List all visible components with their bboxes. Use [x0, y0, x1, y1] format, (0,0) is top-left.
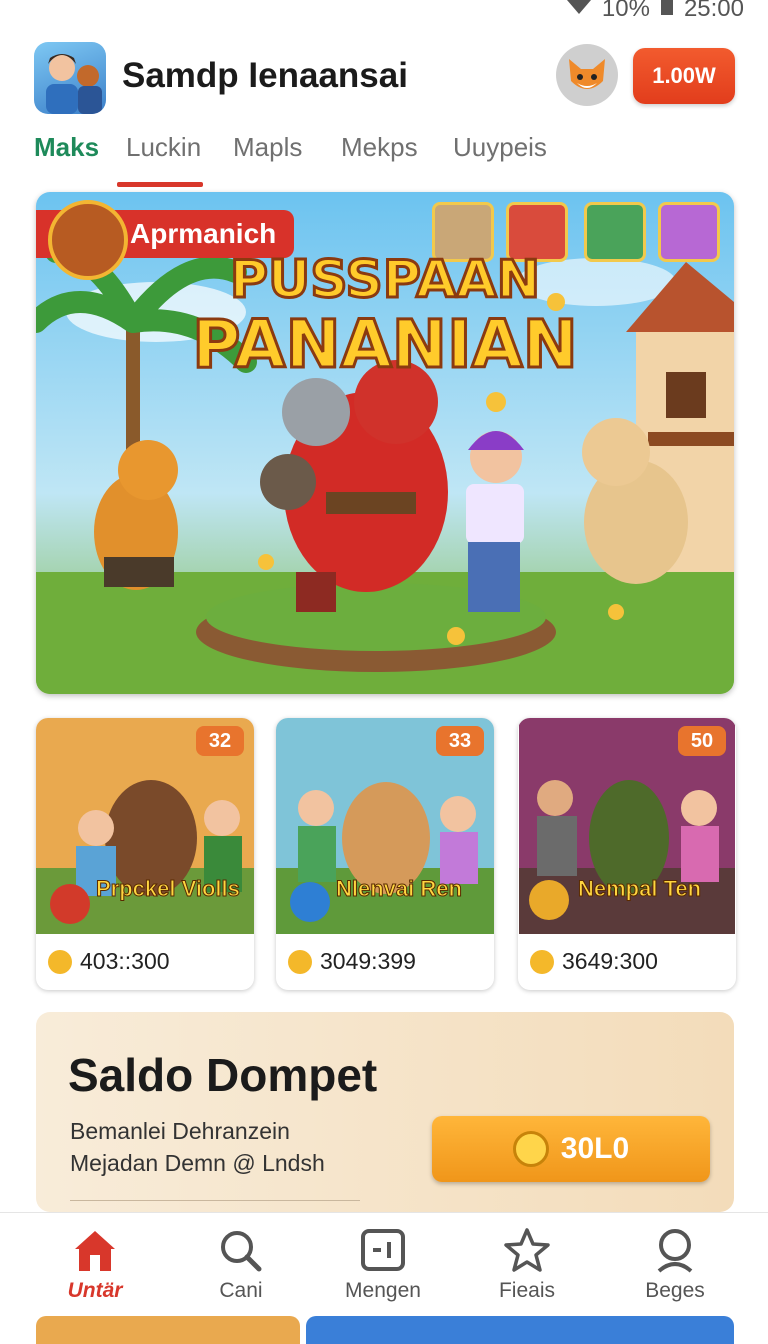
- app-title: Samdp Ienaansai: [122, 56, 408, 95]
- home-icon: [75, 1231, 115, 1271]
- trophy-icon: [48, 949, 72, 974]
- clock-text: 25:00: [683, 0, 744, 22]
- nav-item-profile[interactable]: Beges: [620, 1227, 730, 1303]
- fox-icon: [569, 59, 605, 89]
- nav-label: Fieais: [498, 1279, 556, 1302]
- card-title: Nlenvai Ren: [336, 876, 463, 902]
- battery-text: 10%: [601, 0, 650, 22]
- nav-label: Untär: [67, 1279, 123, 1302]
- bottom-navigation: Untär Cani Mengen Fieais Beges: [0, 1212, 768, 1316]
- wallet-balance-value: 30L0: [560, 1132, 630, 1165]
- divider: [70, 1200, 360, 1201]
- wallet-subtitle-1: Bemanlei Dehranzein: [70, 1118, 290, 1144]
- coin-balance-button[interactable]: 1.00W: [633, 48, 735, 104]
- game-icon: [361, 1229, 405, 1271]
- card-rank-badge: 50: [678, 726, 726, 756]
- peek-card-left: [36, 1316, 300, 1344]
- crown-icon: [288, 949, 312, 974]
- avatar[interactable]: [34, 42, 106, 114]
- nav-label: Cani: [219, 1279, 263, 1302]
- card-rank-badge: 32: [196, 726, 244, 756]
- search-icon: [221, 1231, 262, 1272]
- hero-title-line2: PANANIAN: [191, 305, 580, 385]
- wallet-balance-button[interactable]: 30L0: [432, 1116, 710, 1182]
- card-stat: 3649:300: [530, 948, 658, 975]
- game-card-2[interactable]: 33 Nlenvai Ren 3049:399: [276, 718, 494, 990]
- game-cards: 32 Prpckel Violls 403::300 33 Nlenvai Re…: [36, 718, 736, 990]
- game-card-3[interactable]: 50 Nempal Ten 3649:300: [518, 718, 736, 990]
- fox-avatar-button[interactable]: [556, 44, 618, 106]
- card-stat-value: 403::300: [80, 948, 170, 974]
- card-stat-value: 3049:399: [320, 948, 416, 974]
- nav-label: Mengen: [345, 1279, 421, 1302]
- card-rank-badge: 33: [436, 726, 484, 756]
- tab-indicator: [117, 182, 203, 187]
- game-card-1[interactable]: 32 Prpckel Violls 403::300: [36, 718, 254, 990]
- card-stat: 3049:399: [288, 948, 416, 975]
- card-stat-value: 3649:300: [562, 948, 658, 974]
- star-coin-icon: [512, 1131, 549, 1167]
- category-tabs: Maks Luckin Mapls Mekps Uuypeis: [0, 128, 768, 188]
- battery-icon: [660, 0, 674, 23]
- wallet-title: Saldo Dompet: [68, 1049, 378, 1101]
- peek-card-right: [306, 1316, 734, 1344]
- profile-search-icon: [657, 1229, 693, 1273]
- hero-banner[interactable]: Aprmanich PUSSPAAN PANANIAN: [36, 192, 734, 694]
- nav-item-search[interactable]: Cani: [186, 1227, 296, 1303]
- star-icon: [504, 1228, 550, 1272]
- tab-maks[interactable]: Maks: [34, 132, 99, 163]
- card-stat: 403::300: [48, 948, 170, 975]
- tab-mapls[interactable]: Mapls: [233, 132, 302, 163]
- wifi-icon: [566, 0, 592, 23]
- tab-luckin[interactable]: Luckin: [126, 132, 201, 163]
- status-bar: 10% 25:00: [0, 0, 768, 26]
- tab-mekps[interactable]: Mekps: [341, 132, 418, 163]
- card-title: Prpckel Violls: [96, 876, 241, 902]
- nav-label: Beges: [645, 1279, 705, 1302]
- hero-title-line1: PUSSPAAN: [228, 249, 541, 312]
- coin-icon: [530, 949, 554, 974]
- nav-item-home[interactable]: Untär: [40, 1227, 150, 1303]
- wallet-panel: Saldo Dompet Bemanlei Dehranzein Mejadan…: [36, 1012, 734, 1212]
- wallet-subtitle-2: Mejadan Demn @ Lndsh: [70, 1150, 325, 1176]
- tab-uuypeis[interactable]: Uuypeis: [453, 132, 547, 163]
- nav-item-favorites[interactable]: Fieais: [472, 1227, 582, 1303]
- nav-item-games[interactable]: Mengen: [328, 1227, 438, 1303]
- app-header: Samdp Ienaansai 1.00W: [0, 40, 768, 116]
- card-title: Nempal Ten: [578, 876, 702, 902]
